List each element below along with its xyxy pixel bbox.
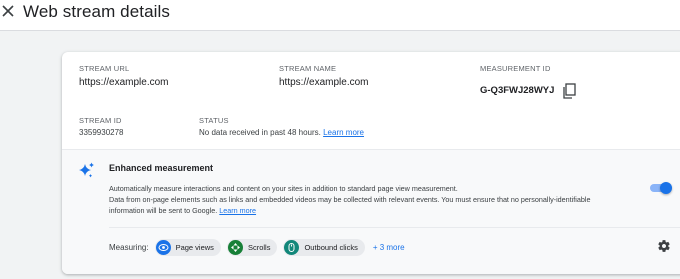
page-title: Web stream details bbox=[23, 2, 170, 21]
enhanced-measurement-description: Automatically measure interactions and c… bbox=[109, 183, 629, 216]
description-line-1: Automatically measure interactions and c… bbox=[109, 184, 458, 193]
measuring-row: Measuring: Page views Scrolls Outbound c… bbox=[109, 238, 405, 256]
status-label: STATUS bbox=[199, 116, 229, 125]
description-line-2: Data from on-page elements such as links… bbox=[109, 195, 591, 204]
copy-icon[interactable] bbox=[562, 83, 576, 99]
stream-name-label: STREAM NAME bbox=[279, 64, 337, 73]
chip-label: Outbound clicks bbox=[304, 242, 358, 252]
measurement-id-value: G-Q3FWJ28WYJ bbox=[480, 85, 555, 96]
toggle-knob bbox=[660, 182, 672, 194]
chip-scrolls[interactable]: Scrolls bbox=[226, 238, 278, 256]
chip-outbound-clicks[interactable]: Outbound clicks bbox=[283, 238, 365, 256]
enhanced-measurement-section: Enhanced measurement Automatically measu… bbox=[62, 149, 680, 274]
eye-icon bbox=[155, 239, 171, 255]
stream-name-value: https://example.com bbox=[279, 77, 369, 88]
status-learn-more-link[interactable]: Learn more bbox=[323, 128, 364, 137]
description-line-3: information will be sent to Google. Lear… bbox=[109, 205, 629, 216]
sparkle-icon bbox=[79, 162, 94, 178]
mouse-icon bbox=[284, 239, 300, 255]
stream-url-value: https://example.com bbox=[79, 77, 169, 88]
chip-label: Scrolls bbox=[247, 242, 271, 252]
more-events-link[interactable]: + 3 more bbox=[373, 243, 405, 252]
divider bbox=[109, 227, 680, 228]
stream-url-label: STREAM URL bbox=[79, 64, 130, 73]
stream-id-value: 3359930278 bbox=[79, 128, 124, 137]
status-value: No data received in past 48 hours. bbox=[199, 128, 321, 137]
chip-label: Page views bbox=[175, 242, 214, 252]
measurement-id-label: MEASUREMENT ID bbox=[480, 64, 551, 73]
description-line-3-text: information will be sent to Google. bbox=[109, 206, 218, 215]
stream-id-label: STREAM ID bbox=[79, 116, 122, 125]
enhanced-measurement-title: Enhanced measurement bbox=[109, 163, 214, 173]
gear-icon[interactable] bbox=[657, 239, 671, 253]
page-header: Web stream details bbox=[0, 0, 680, 31]
description-learn-more-link[interactable]: Learn more bbox=[219, 206, 256, 215]
enhanced-measurement-toggle[interactable] bbox=[650, 182, 672, 194]
stream-details-card: STREAM URL https://example.com STREAM NA… bbox=[62, 52, 680, 274]
scroll-icon bbox=[227, 239, 243, 255]
chip-page-views[interactable]: Page views bbox=[154, 238, 221, 256]
status-text: No data received in past 48 hours. Learn… bbox=[199, 127, 364, 138]
close-icon[interactable] bbox=[1, 4, 15, 18]
measuring-label: Measuring: bbox=[109, 242, 149, 252]
